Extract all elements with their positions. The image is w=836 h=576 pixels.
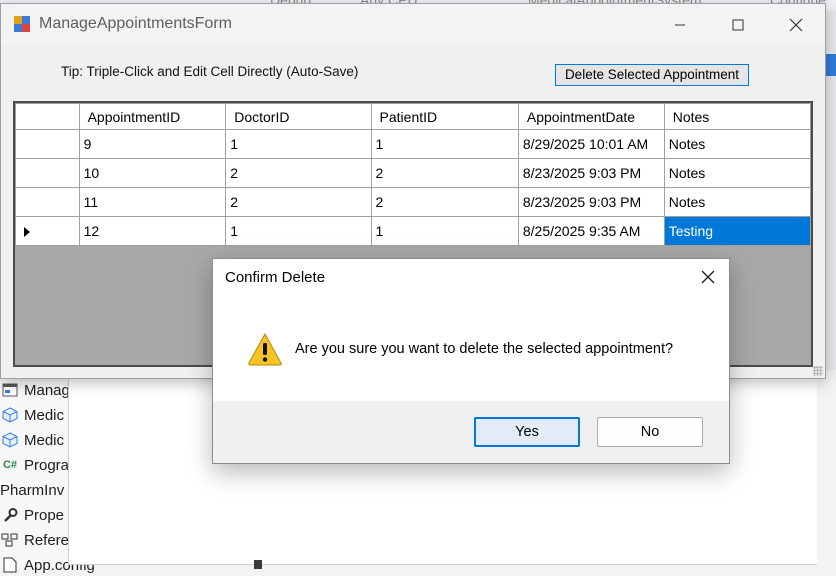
no-button[interactable]: No: [597, 417, 703, 447]
grid-cell[interactable]: 2: [370, 158, 519, 188]
window-titlebar[interactable]: ManageAppointmentsForm: [1, 4, 825, 44]
grid-cell[interactable]: 2: [225, 158, 372, 188]
warning-icon: [248, 332, 282, 366]
grid-cell[interactable]: Notes: [663, 187, 811, 217]
table-row[interactable]: 11 2 2 8/23/2025 9:03 PM Notes: [15, 187, 811, 217]
row-header-current[interactable]: [15, 216, 80, 246]
column-header[interactable]: PatientID: [370, 103, 519, 130]
ide-side-strip: [826, 10, 836, 370]
table-row[interactable]: 9 1 1 8/29/2025 10:01 AM Notes: [15, 129, 811, 159]
maximize-icon: [732, 19, 744, 31]
column-header[interactable]: DoctorID: [225, 103, 372, 130]
grid-cell[interactable]: 1: [370, 129, 519, 159]
cube-icon: [0, 432, 20, 448]
references-icon: [0, 532, 20, 548]
delete-selected-appointment-button[interactable]: Delete Selected Appointment: [555, 64, 749, 86]
wrench-icon: [0, 507, 20, 523]
close-icon: [701, 270, 715, 284]
solution-item[interactable]: Medic: [0, 429, 64, 451]
grid-cell[interactable]: 8/29/2025 10:01 AM: [517, 129, 665, 159]
solution-item[interactable]: Manag: [0, 379, 70, 401]
solution-item[interactable]: Medic: [0, 404, 64, 426]
dialog-message: Are you sure you want to delete the sele…: [295, 341, 674, 357]
column-header[interactable]: AppointmentDate: [517, 103, 665, 130]
grid-cell[interactable]: 2: [225, 187, 372, 217]
form-icon: [0, 382, 20, 398]
maximize-button[interactable]: [715, 10, 761, 40]
dialog-close-button[interactable]: [693, 263, 723, 291]
row-header[interactable]: [15, 158, 80, 188]
dialog-button-bar: Yes No: [213, 401, 729, 463]
close-button[interactable]: [773, 10, 819, 40]
yes-button[interactable]: Yes: [474, 417, 580, 447]
table-row-current[interactable]: 12 1 1 8/25/2025 9:35 AM Testing: [15, 216, 811, 246]
grid-cell[interactable]: 1: [225, 129, 372, 159]
grid-corner-header[interactable]: [15, 103, 80, 130]
grid-cell[interactable]: 8/23/2025 9:03 PM: [517, 187, 665, 217]
solution-explorer: Manag Medic Medic C# Progra PharmInv Prop…: [0, 370, 95, 574]
window-title: ManageAppointmentsForm: [39, 15, 232, 32]
cube-icon: [0, 407, 20, 423]
row-header[interactable]: [15, 187, 80, 217]
grid-cell[interactable]: 11: [78, 187, 227, 217]
row-header[interactable]: [15, 129, 80, 159]
tip-label: Tip: Triple-Click and Edit Cell Directly…: [61, 64, 359, 79]
grid-header-row: AppointmentID DoctorID PatientID Appoint…: [15, 103, 811, 130]
grid-cell-selected[interactable]: Testing: [663, 216, 811, 246]
minimize-icon: [675, 24, 685, 26]
confirm-delete-dialog: Confirm Delete Are you sure you want to …: [212, 258, 730, 464]
current-row-arrow-icon: [24, 227, 30, 238]
solution-item[interactable]: C# Progra: [0, 454, 69, 476]
grid-cell[interactable]: 9: [78, 129, 227, 159]
app-form-icon: [14, 16, 30, 32]
grid-cell[interactable]: Notes: [663, 158, 811, 188]
table-row[interactable]: 10 2 2 8/23/2025 9:03 PM Notes: [15, 158, 811, 188]
solution-item[interactable]: PharmInv: [0, 479, 64, 501]
dialog-title: Confirm Delete: [225, 269, 326, 286]
grid-cell[interactable]: 8/23/2025 9:03 PM: [517, 158, 665, 188]
grid-cell[interactable]: 12: [78, 216, 227, 246]
grid-cell[interactable]: Notes: [663, 129, 811, 159]
resize-grip-icon[interactable]: [813, 366, 823, 376]
grid-cell[interactable]: 2: [370, 187, 519, 217]
grid-cell[interactable]: 1: [370, 216, 519, 246]
grid-cell[interactable]: 10: [78, 158, 227, 188]
close-icon: [789, 18, 803, 32]
minimize-button[interactable]: [657, 10, 703, 40]
column-header[interactable]: Notes: [663, 103, 811, 130]
config-file-icon: [0, 557, 20, 573]
solution-item[interactable]: Refere: [0, 529, 69, 551]
solution-item[interactable]: Prope: [0, 504, 64, 526]
column-header[interactable]: AppointmentID: [78, 103, 227, 130]
grid-cell[interactable]: 8/25/2025 9:35 AM: [517, 216, 665, 246]
csharp-file-icon: C#: [2, 459, 18, 471]
grid-cell[interactable]: 1: [225, 216, 372, 246]
ide-splitter[interactable]: [254, 560, 262, 569]
